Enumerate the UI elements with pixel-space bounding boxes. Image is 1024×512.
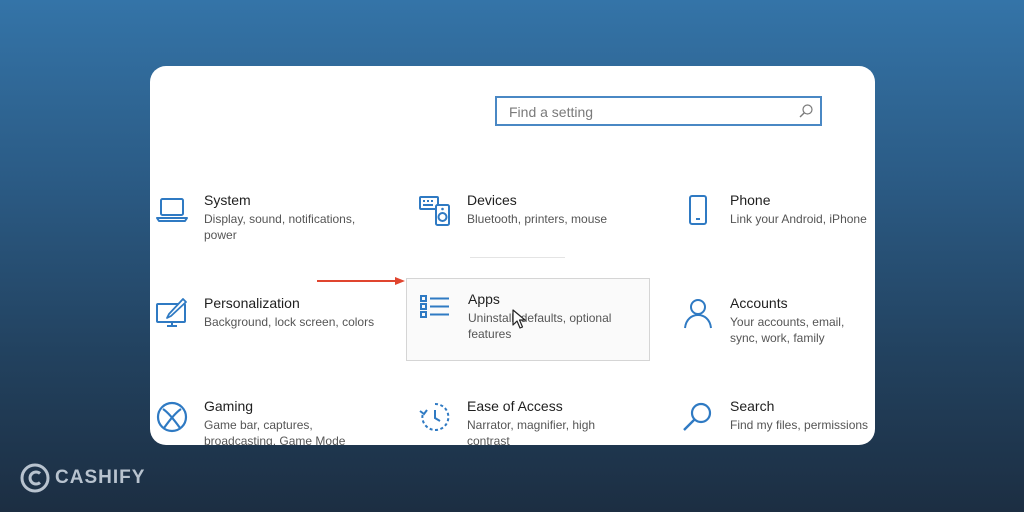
tile-description: Find my files, permissions	[730, 418, 869, 432]
xbox-icon	[156, 401, 188, 433]
tile-title: Search	[730, 398, 775, 414]
keyboard-speaker-icon	[419, 196, 450, 226]
ease-of-access-icon	[419, 402, 450, 431]
tile-apps[interactable]: Apps Uninstall, defaults, optional featu…	[406, 278, 650, 361]
tile-gaming[interactable]: Gaming Game bar, captures, broadcasting,…	[155, 398, 365, 445]
laptop-icon	[156, 198, 188, 222]
search-input[interactable]	[507, 102, 791, 122]
phone-icon	[689, 195, 707, 225]
mouse-cursor-icon	[512, 309, 526, 329]
brand-name: CASHIFY	[55, 467, 146, 488]
tile-description: Background, lock screen, colors	[204, 315, 375, 329]
divider	[470, 257, 565, 258]
tile-title: Apps	[468, 291, 500, 307]
tile-title: Gaming	[204, 398, 254, 414]
tile-title: Phone	[730, 192, 771, 208]
tile-title: Accounts	[730, 295, 788, 311]
tile-description: Uninstall, defaults, optional features	[468, 311, 612, 341]
tile-title: Ease of Access	[467, 398, 563, 414]
search-icon	[799, 104, 813, 118]
tile-personalization[interactable]: Personalization Background, lock screen,…	[155, 295, 380, 351]
tile-description: Your accounts, email, sync, work, family	[730, 315, 845, 345]
search-box[interactable]	[495, 96, 822, 126]
apps-list-icon	[420, 295, 449, 318]
cashify-logo-icon	[20, 463, 50, 493]
person-icon	[684, 299, 712, 329]
tile-search[interactable]: Search Find my files, permissions	[681, 398, 875, 445]
tile-accounts[interactable]: Accounts Your accounts, email, sync, wor…	[681, 295, 875, 351]
search-icon	[683, 402, 712, 431]
tile-title: Devices	[467, 192, 517, 208]
brand-watermark: CASHIFY	[19, 461, 145, 495]
tile-description: Bluetooth, printers, mouse	[467, 212, 608, 226]
tile-description: Game bar, captures, broadcasting, Game M…	[204, 418, 346, 445]
tile-system[interactable]: System Display, sound, notifications, po…	[155, 192, 365, 248]
paint-monitor-icon	[156, 298, 187, 327]
tile-title: Personalization	[204, 295, 300, 311]
tile-description: Narrator, magnifier, high contrast	[467, 418, 596, 445]
settings-window: System Display, sound, notifications, po…	[150, 66, 875, 445]
pointer-arrow	[317, 277, 405, 285]
tile-devices[interactable]: Devices Bluetooth, printers, mouse	[418, 192, 628, 248]
tile-description: Link your Android, iPhone	[730, 212, 867, 226]
tile-ease-of-access[interactable]: Ease of Access Narrator, magnifier, high…	[418, 398, 628, 445]
tile-title: System	[204, 192, 251, 208]
tile-description: Display, sound, notifications, power	[204, 212, 356, 242]
tile-phone[interactable]: Phone Link your Android, iPhone	[681, 192, 871, 248]
